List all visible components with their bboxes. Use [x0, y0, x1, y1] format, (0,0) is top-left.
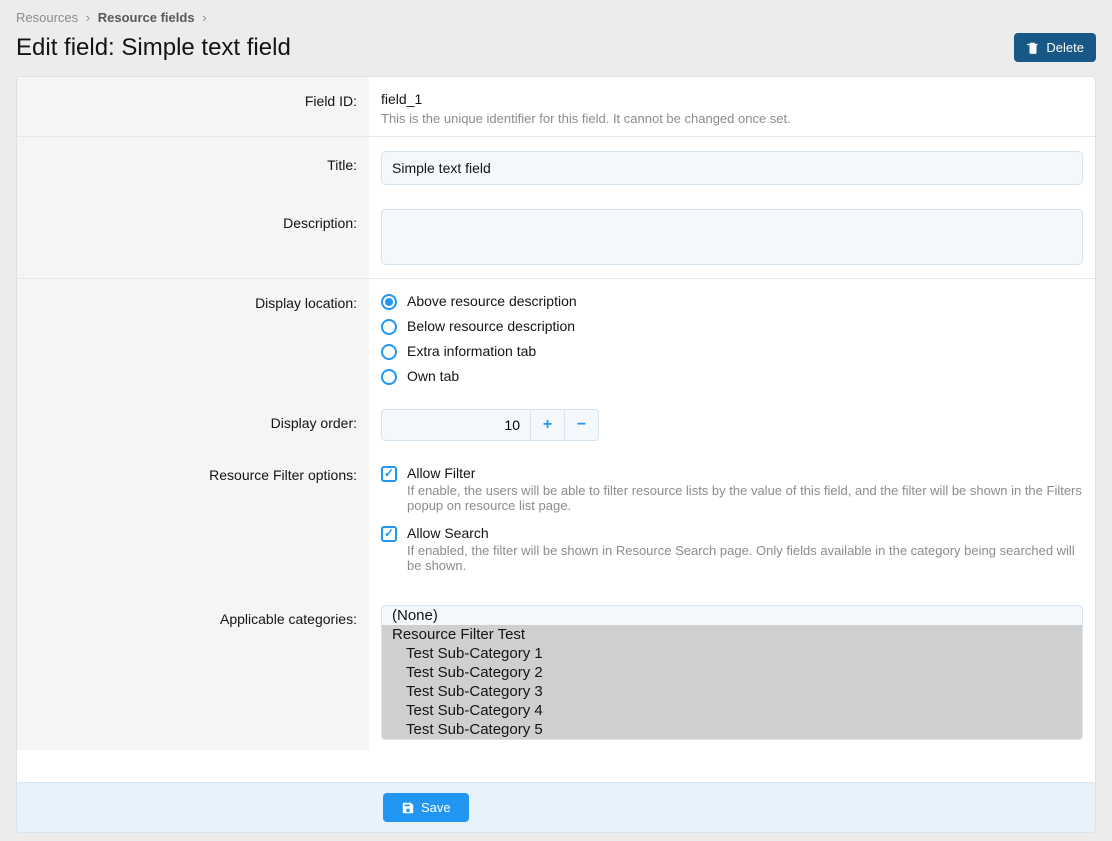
display-location-option[interactable]: Above resource description — [381, 293, 1083, 310]
field-id-hint: This is the unique identifier for this f… — [381, 111, 1083, 126]
save-button[interactable]: Save — [383, 793, 469, 822]
breadcrumb: Resources › Resource fields › — [0, 0, 1112, 25]
allow-filter-option[interactable]: Allow Filter If enable, the users will b… — [381, 465, 1083, 513]
label-display-order: Display order: — [17, 395, 369, 451]
checkbox-icon — [381, 466, 397, 482]
radio-icon — [381, 344, 397, 360]
field-id-value: field_1 — [381, 91, 1083, 107]
category-option[interactable]: Test Sub-Category 4 — [382, 701, 1082, 720]
label-display-location: Display location: — [17, 279, 369, 395]
label-categories: Applicable categories: — [17, 591, 369, 750]
page-header: Edit field: Simple text field Delete — [0, 25, 1112, 76]
save-bar: Save — [16, 782, 1096, 833]
allow-search-option[interactable]: Allow Search If enabled, the filter will… — [381, 525, 1083, 573]
radio-icon — [381, 294, 397, 310]
breadcrumb-resource-fields[interactable]: Resource fields — [98, 10, 195, 25]
allow-filter-hint: If enable, the users will be able to fil… — [407, 483, 1083, 513]
chevron-right-icon: › — [86, 10, 90, 25]
allow-search-hint: If enabled, the filter will be shown in … — [407, 543, 1083, 573]
breadcrumb-resources[interactable]: Resources — [16, 10, 78, 25]
label-filter-options: Resource Filter options: — [17, 451, 369, 591]
categories-listbox[interactable]: (None)Resource Filter TestTest Sub-Categ… — [381, 605, 1083, 740]
save-icon — [401, 801, 415, 815]
category-option[interactable]: Test Sub-Category 5 — [382, 720, 1082, 739]
category-option[interactable]: Resource Filter Test — [382, 625, 1082, 644]
chevron-right-icon: › — [202, 10, 206, 25]
category-option[interactable]: Test Sub-Category 1 — [382, 644, 1082, 663]
form: Field ID: field_1 This is the unique ide… — [16, 76, 1096, 789]
allow-filter-label: Allow Filter — [407, 465, 1083, 481]
display-location-option[interactable]: Below resource description — [381, 318, 1083, 335]
display-order-spinner: + − — [381, 409, 1083, 441]
radio-icon — [381, 369, 397, 385]
spinner-minus-button[interactable]: − — [565, 409, 599, 441]
display-location-option[interactable]: Extra information tab — [381, 343, 1083, 360]
category-option[interactable]: Test Sub-Category 2 — [382, 663, 1082, 682]
label-description: Description: — [17, 195, 369, 278]
label-field-id: Field ID: — [17, 77, 369, 136]
display-location-option[interactable]: Own tab — [381, 368, 1083, 385]
category-option[interactable]: Test Sub-Category 3 — [382, 682, 1082, 701]
page-title: Edit field: Simple text field — [16, 34, 291, 62]
checkbox-icon — [381, 526, 397, 542]
display-order-input[interactable] — [381, 409, 531, 441]
display-location-label: Extra information tab — [407, 343, 536, 359]
display-location-label: Own tab — [407, 368, 459, 384]
category-option[interactable]: (None) — [382, 606, 1082, 625]
description-input[interactable] — [381, 209, 1083, 265]
allow-search-label: Allow Search — [407, 525, 1083, 541]
display-location-label: Below resource description — [407, 318, 575, 334]
label-title: Title: — [17, 137, 369, 195]
display-location-label: Above resource description — [407, 293, 577, 309]
delete-button[interactable]: Delete — [1014, 33, 1096, 62]
spinner-plus-button[interactable]: + — [531, 409, 565, 441]
trash-icon — [1026, 41, 1040, 55]
title-input[interactable] — [381, 151, 1083, 185]
radio-icon — [381, 319, 397, 335]
